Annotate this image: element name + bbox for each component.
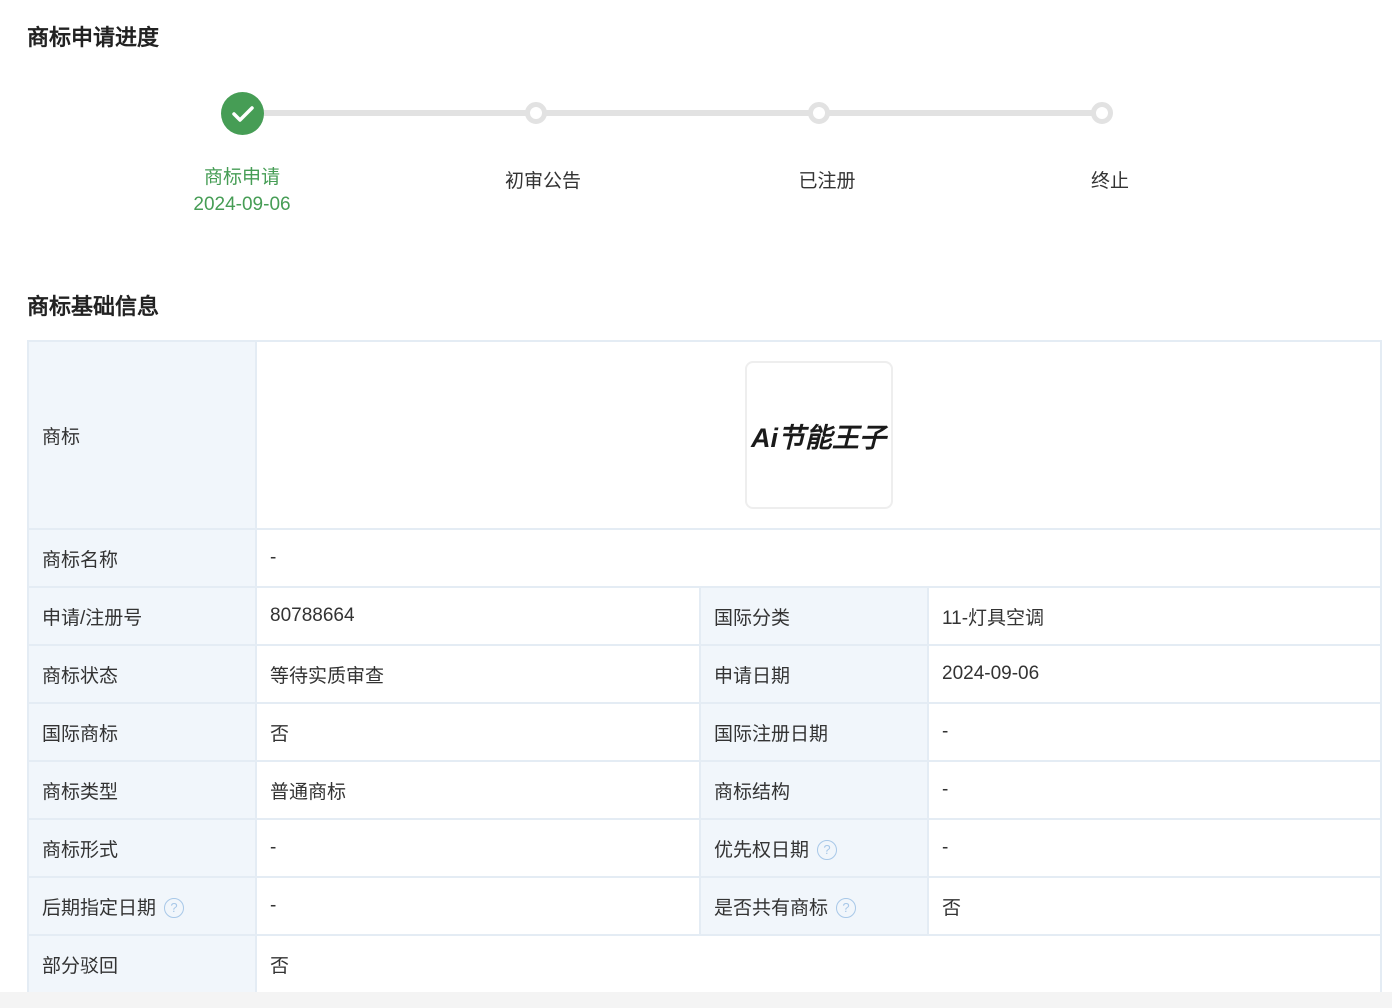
label: 商标类型 bbox=[27, 760, 257, 820]
value: 否 bbox=[255, 934, 1382, 994]
step-date: 2024-09-06 bbox=[193, 194, 291, 215]
value: 80788664 bbox=[255, 586, 701, 646]
label: 优先权日期? bbox=[699, 818, 929, 878]
progress-track bbox=[250, 110, 1105, 116]
value: 否 bbox=[255, 702, 701, 762]
label: 国际注册日期 bbox=[699, 702, 929, 762]
value: - bbox=[927, 760, 1382, 820]
value: 普通商标 bbox=[255, 760, 701, 820]
progress-title: 商标申请进度 bbox=[27, 25, 160, 50]
step-dot-icon bbox=[808, 102, 830, 124]
help-icon[interactable]: ? bbox=[817, 840, 838, 861]
bottom-edge bbox=[0, 992, 1392, 1008]
label: 国际分类 bbox=[699, 586, 929, 646]
value: 等待实质审查 bbox=[255, 644, 701, 704]
label: 商标 bbox=[27, 340, 257, 530]
label: 商标名称 bbox=[27, 528, 257, 588]
help-icon[interactable]: ? bbox=[836, 898, 857, 919]
value: - bbox=[255, 528, 1382, 588]
label: 部分驳回 bbox=[27, 934, 257, 994]
label: 商标形式 bbox=[27, 818, 257, 878]
help-icon[interactable]: ? bbox=[164, 898, 185, 919]
step-dot-icon bbox=[1091, 102, 1113, 124]
step-label: 商标申请 bbox=[203, 167, 280, 188]
label: 申请/注册号 bbox=[27, 586, 257, 646]
step-done-check-icon bbox=[221, 92, 264, 135]
value: - bbox=[927, 818, 1382, 878]
value: - bbox=[255, 876, 701, 936]
value: - bbox=[927, 702, 1382, 762]
info-title: 商标基础信息 bbox=[27, 294, 160, 319]
label: 后期指定日期? bbox=[27, 876, 257, 936]
trademark-image: Ai节能王子 bbox=[744, 361, 893, 509]
label: 是否共有商标? bbox=[699, 876, 929, 936]
info-table: 商标 Ai节能王子 商标名称 - 申请/注册号 80788664 国际分类 11-灯具空… bbox=[27, 340, 1382, 994]
label: 商标状态 bbox=[27, 644, 257, 704]
value: - bbox=[255, 818, 701, 878]
step-label: 初审公告 bbox=[504, 171, 581, 192]
step-label: 已注册 bbox=[798, 171, 856, 192]
label: 商标结构 bbox=[699, 760, 929, 820]
label: 国际商标 bbox=[27, 702, 257, 762]
label: 申请日期 bbox=[699, 644, 929, 704]
value: 否 bbox=[927, 876, 1382, 936]
value: 2024-09-06 bbox=[927, 644, 1382, 704]
value: 11-灯具空调 bbox=[927, 586, 1382, 646]
step-dot-icon bbox=[525, 102, 547, 124]
step-label: 终止 bbox=[1090, 171, 1129, 192]
